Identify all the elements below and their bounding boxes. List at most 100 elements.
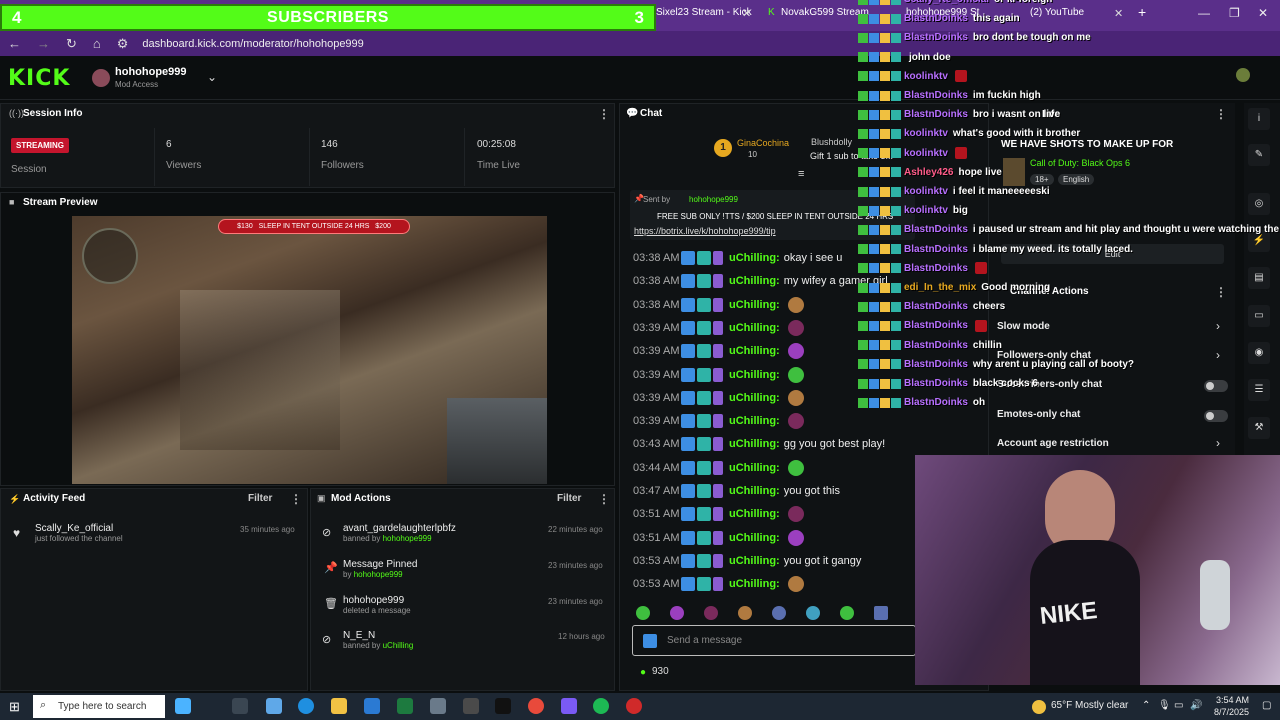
chat-username[interactable]: uChilling:	[729, 508, 780, 520]
mic-icon[interactable]: 🎙	[1158, 700, 1171, 711]
chat-username[interactable]: uChilling:	[729, 252, 780, 264]
close-icon[interactable]: ✕	[1114, 7, 1123, 20]
chat-message[interactable]: 03:51 AM uChilling:	[633, 528, 804, 548]
pinned-link[interactable]: https://botrix.live/k/hohohope999/tip	[634, 226, 776, 236]
discord-icon[interactable]	[561, 698, 577, 714]
channel-points[interactable]: 930	[652, 666, 669, 677]
chat-message[interactable]: 03:53 AM uChilling:	[633, 574, 804, 594]
more-icon[interactable]: ⋮	[290, 492, 302, 506]
chat-username[interactable]: uChilling:	[729, 555, 780, 567]
chat-message[interactable]: 03:39 AM uChilling:	[633, 365, 804, 385]
chevron-right-icon[interactable]: ›	[1216, 436, 1220, 450]
account-age-option[interactable]: Account age restriction	[997, 438, 1109, 449]
emotes-only-toggle[interactable]	[1204, 410, 1228, 422]
network-icon[interactable]: ▭	[1174, 700, 1183, 711]
activity-filter-button[interactable]: Filter	[248, 493, 272, 504]
task-view-icon[interactable]	[232, 698, 248, 714]
chat-message[interactable]: 03:38 AM uChilling: okay i see u	[633, 248, 842, 268]
info-icon[interactable]: i	[1248, 108, 1270, 130]
chat-message[interactable]: 03:39 AM uChilling:	[633, 388, 804, 408]
slow-mode-option[interactable]: Slow mode	[997, 321, 1050, 332]
wrench-icon[interactable]: ⚒	[1248, 417, 1270, 439]
chat-username[interactable]: uChilling:	[729, 415, 780, 427]
chat-icon[interactable]: ▭	[1248, 305, 1270, 327]
minimize-icon[interactable]: —	[1198, 6, 1210, 20]
file-explorer-icon[interactable]	[331, 698, 347, 714]
chat-message[interactable]: 03:43 AM uChilling: gg you got best play!	[633, 434, 885, 454]
obs-icon[interactable]	[626, 698, 642, 714]
copilot-icon[interactable]	[266, 698, 282, 714]
app-icon[interactable]	[430, 698, 446, 714]
list-icon[interactable]: ☰	[1248, 379, 1270, 401]
spotify-icon[interactable]	[593, 698, 609, 714]
chat-message[interactable]: 03:38 AM uChilling:	[633, 295, 804, 315]
top-gifter-name[interactable]: GinaCochina	[737, 138, 789, 148]
pinned-author[interactable]: hohohope999	[689, 195, 738, 204]
subscribers-only-toggle[interactable]	[1204, 380, 1228, 392]
notifications-icon[interactable]: ▢	[1262, 700, 1271, 711]
chat-username[interactable]: uChilling:	[729, 345, 780, 357]
chat-input[interactable]: Send a message	[632, 625, 916, 656]
chat-message[interactable]: 03:53 AM uChilling: you got it gangy	[633, 551, 861, 571]
chevron-right-icon[interactable]: ›	[1216, 348, 1220, 362]
chat-message[interactable]: 03:39 AM uChilling:	[633, 341, 804, 361]
chat-message[interactable]: 03:51 AM uChilling:	[633, 504, 804, 524]
chat-message[interactable]: 03:39 AM uChilling:	[633, 411, 804, 431]
channel-name[interactable]: hohohope999	[115, 66, 187, 78]
volume-icon[interactable]: 🔊	[1190, 700, 1202, 711]
app-icon[interactable]	[463, 698, 479, 714]
weather-widget-icon[interactable]	[175, 698, 191, 714]
excel-icon[interactable]	[397, 698, 413, 714]
chat-message[interactable]: 03:44 AM uChilling:	[633, 458, 804, 478]
chat-username[interactable]: uChilling:	[729, 275, 780, 287]
mod-filter-button[interactable]: Filter	[557, 493, 581, 504]
menu-icon[interactable]: ≡	[798, 168, 804, 180]
chat-username[interactable]: uChilling:	[729, 369, 780, 381]
chat-username[interactable]: uChilling:	[729, 532, 780, 544]
chat-username[interactable]: uChilling:	[729, 485, 780, 497]
chat-username[interactable]: uChilling:	[729, 438, 780, 450]
kick-logo[interactable]: KICK	[8, 66, 70, 91]
category-link[interactable]: Call of Duty: Black Ops 6	[1030, 158, 1130, 168]
emote-icon[interactable]	[738, 606, 752, 620]
tab-novak[interactable]: NovakG599 Stream	[781, 7, 869, 18]
windows-start-icon[interactable]: ⊞	[9, 699, 20, 715]
emote-icon[interactable]	[772, 606, 786, 620]
chat-username[interactable]: uChilling:	[729, 299, 780, 311]
forward-icon[interactable]: →	[37, 36, 50, 51]
chat-username[interactable]: uChilling:	[729, 392, 780, 404]
reload-icon[interactable]: ↻	[66, 36, 77, 52]
home-icon[interactable]: ⌂	[93, 36, 101, 51]
site-info-icon[interactable]: ⚙	[117, 36, 129, 52]
close-icon[interactable]: ✕	[742, 7, 751, 20]
new-tab-icon[interactable]: +	[1138, 4, 1146, 20]
chat-username[interactable]: uChilling:	[729, 322, 780, 334]
target-icon[interactable]: ◎	[1248, 193, 1270, 215]
chrome-icon[interactable]	[528, 698, 544, 714]
tray-chevron-icon[interactable]: ⌃	[1142, 700, 1150, 711]
chat-username[interactable]: uChilling:	[729, 578, 780, 590]
chat-message[interactable]: 03:47 AM uChilling: you got this	[633, 481, 840, 501]
tiktok-icon[interactable]	[495, 698, 511, 714]
broadcast-icon[interactable]: ◉	[1248, 342, 1270, 364]
clock-time[interactable]: 3:54 AM	[1209, 695, 1249, 705]
more-icon[interactable]: ⋮	[598, 492, 610, 506]
emote-icon[interactable]	[874, 606, 888, 620]
chat-message[interactable]: 03:39 AM uChilling:	[633, 318, 804, 338]
more-icon[interactable]: ⋮	[1215, 285, 1227, 299]
taskbar-search[interactable]: Type here to search	[33, 695, 165, 718]
user-avatar-icon[interactable]	[1236, 68, 1250, 82]
pencil-icon[interactable]: ✎	[1248, 144, 1270, 166]
emote-icon[interactable]	[670, 606, 684, 620]
store-icon[interactable]	[364, 698, 380, 714]
clock-date[interactable]: 8/7/2025	[1209, 707, 1249, 717]
maximize-icon[interactable]: ❐	[1229, 6, 1240, 20]
chat-username[interactable]: uChilling:	[729, 462, 780, 474]
emote-icon[interactable]	[636, 606, 650, 620]
back-icon[interactable]: ←	[8, 36, 21, 51]
edge-icon[interactable]	[298, 698, 314, 714]
emote-icon[interactable]	[704, 606, 718, 620]
close-window-icon[interactable]: ✕	[1258, 6, 1268, 20]
chat-message[interactable]: 03:38 AM uChilling: my wifey a gamer girl	[633, 271, 888, 291]
emote-icon[interactable]	[806, 606, 820, 620]
